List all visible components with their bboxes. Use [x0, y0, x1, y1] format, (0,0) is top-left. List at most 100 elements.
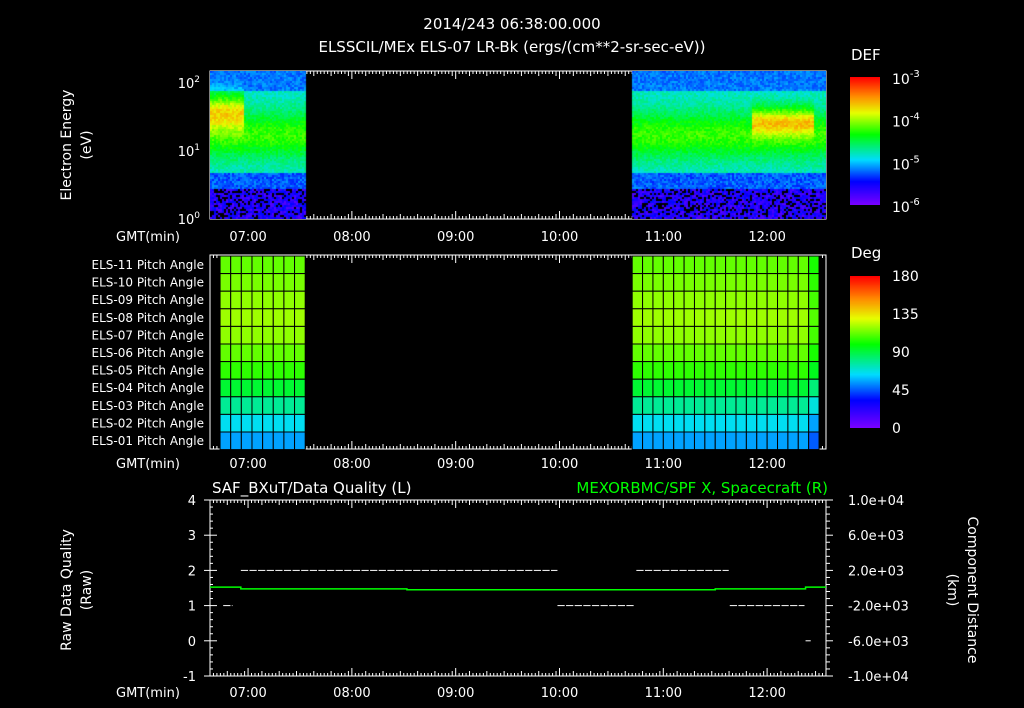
pitch-cell [283, 273, 296, 292]
time-tick-label: 09:00 [437, 686, 474, 701]
pitch-cell [797, 290, 810, 310]
pitch-cell [230, 413, 242, 433]
time-tick-label: 08:00 [333, 230, 370, 245]
pitch-cell [251, 361, 264, 380]
pitch-cell [662, 413, 675, 433]
time-tick-label: 11:00 [645, 686, 682, 701]
def-colorbar-tick-label: 10-4 [892, 112, 920, 131]
time-tick-label: 07:00 [229, 230, 266, 245]
pitch-cell [251, 290, 264, 310]
pitch-cell [283, 413, 296, 433]
pitch-cell [272, 343, 285, 363]
pitch-cell [693, 431, 706, 451]
pitch-cell [787, 378, 799, 398]
pitch-cell [704, 361, 716, 380]
pitch-cell [787, 431, 799, 451]
pitch-cell [766, 325, 779, 345]
time-tick-label: 12:00 [748, 686, 785, 701]
pitch-cell [683, 343, 695, 363]
quality-ytick-label: 1 [188, 600, 196, 615]
pitch-cell [797, 343, 810, 363]
pitch-cell [808, 343, 820, 363]
pitch-cell [735, 378, 747, 398]
pitch-cell [262, 396, 274, 415]
pitch-cell [725, 343, 737, 363]
pitch-cell [735, 290, 747, 310]
pitch-cell [662, 396, 675, 415]
pitch-cell [787, 325, 799, 345]
pitch-cell [662, 343, 675, 363]
quality-ytick-label: 3 [188, 529, 196, 544]
pitch-cell [652, 378, 664, 398]
pitch-cell [693, 413, 706, 433]
pitch-cell [745, 255, 758, 275]
pitch-cell [787, 343, 799, 363]
pitch-row-label: ELS-10 Pitch Angle [92, 276, 204, 290]
pitch-row-label: ELS-06 Pitch Angle [92, 346, 204, 360]
pitch-cell [808, 290, 820, 310]
pitch-cell [240, 396, 253, 415]
pitch-cell [240, 361, 253, 380]
energy-ytick-label: 102 [178, 75, 200, 92]
pitch-cell [662, 255, 675, 275]
pitch-cell [262, 255, 274, 275]
pitch-cell [693, 378, 706, 398]
pitch-cell [797, 413, 810, 433]
pitch-cell [725, 325, 737, 345]
pitch-cell [631, 361, 644, 380]
pitch-cell [693, 361, 706, 380]
pitch-cell [631, 273, 644, 292]
pitch-cell [693, 325, 706, 345]
deg-colorbar-tick-label: 0 [892, 421, 901, 437]
quality-ytick-label: -1 [183, 670, 196, 685]
def-colorbar-label: DEF [851, 46, 881, 64]
time-tick-label: 12:00 [748, 230, 785, 245]
gmt-label: GMT(min) [116, 230, 180, 245]
pitch-cell [283, 255, 296, 275]
pitch-cell [219, 290, 232, 310]
pitch-cell [808, 413, 820, 433]
time-tick-label: 11:00 [645, 457, 682, 472]
pitch-cell [272, 396, 285, 415]
pitch-cell [662, 290, 675, 310]
pitch-cell [683, 396, 695, 415]
pitch-cell [673, 361, 685, 380]
pitch-cell [294, 396, 306, 415]
pitch-cell [693, 255, 706, 275]
pitch-cell [704, 308, 716, 327]
pitch-cell [219, 343, 232, 363]
pitch-cell [642, 255, 654, 275]
pitch-cell [777, 396, 789, 415]
pitch-cell [642, 325, 654, 345]
pitch-cell [766, 413, 779, 433]
pitch-cell [230, 325, 242, 345]
pitch-cell [294, 308, 306, 327]
pitch-cell [272, 308, 285, 327]
pitch-cell [704, 413, 716, 433]
distance-ylabel: Component Distance [964, 517, 980, 664]
pitch-cell [642, 343, 654, 363]
pitch-cell [262, 273, 274, 292]
pitch-cell [272, 273, 285, 292]
time-tick-label: 09:00 [437, 230, 474, 245]
pitch-cell [683, 308, 695, 327]
pitch-cell [777, 290, 789, 310]
energy-ytick-label: 101 [178, 143, 200, 160]
pitch-cell [294, 343, 306, 363]
pitch-cell [283, 378, 296, 398]
pitch-cell [735, 273, 747, 292]
pitch-cell [808, 361, 820, 380]
pitch-cell [272, 413, 285, 433]
pitch-cell [219, 325, 232, 345]
pitch-cell [262, 343, 274, 363]
time-tick-label: 12:00 [748, 457, 785, 472]
time-tick-label: 08:00 [333, 686, 370, 701]
time-tick-label: 09:00 [437, 457, 474, 472]
pitch-cell [219, 308, 232, 327]
pitch-cell [294, 378, 306, 398]
pitch-cell [230, 343, 242, 363]
pitch-cell [230, 361, 242, 380]
pitch-cell [766, 396, 779, 415]
pitch-cell [230, 290, 242, 310]
pitch-cell [673, 308, 685, 327]
